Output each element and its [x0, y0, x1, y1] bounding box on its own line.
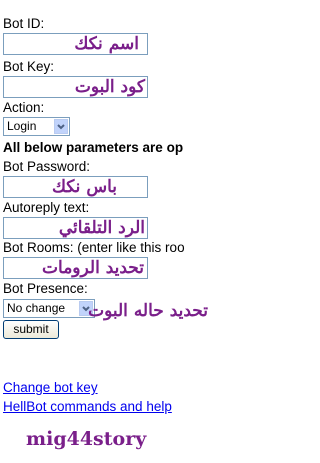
bot-rooms-input[interactable]: تحديد الرومات — [3, 257, 148, 279]
bot-key-annotation: كود البوت — [74, 77, 145, 97]
bot-presence-annotation: تحديد حاله البوت — [88, 301, 208, 321]
mig44story-watermark: mig44story — [26, 428, 147, 450]
autoreply-label: Autoreply text: — [3, 200, 90, 215]
action-label: Action: — [3, 100, 45, 115]
bot-password-input[interactable]: باس نكك — [3, 176, 148, 198]
change-bot-key-link[interactable]: Change bot key — [3, 380, 98, 395]
bot-password-annotation: باس نكك — [51, 177, 117, 197]
bot-rooms-annotation: تحديد الرومات — [42, 258, 144, 278]
bot-id-label: Bot ID: — [3, 16, 45, 31]
bot-key-label: Bot Key: — [3, 59, 55, 74]
autoreply-annotation: الرد التلقائي — [58, 218, 145, 238]
bot-rooms-label: Bot Rooms: (enter like this roo — [3, 240, 185, 255]
bot-presence-selected-value: No change — [7, 301, 66, 315]
bot-password-label: Bot Password: — [3, 159, 91, 174]
hellbot-commands-help-link[interactable]: HellBot commands and help — [3, 399, 172, 414]
optional-parameters-notice: All below parameters are op — [3, 140, 184, 155]
bot-id-input[interactable]: اسم نكك — [3, 33, 148, 55]
bot-id-annotation: اسم نكك — [74, 34, 139, 54]
bot-key-input[interactable]: كود البوت — [3, 76, 148, 98]
action-select[interactable]: Login — [3, 117, 70, 136]
submit-button[interactable]: submit — [3, 320, 59, 339]
autoreply-input[interactable]: الرد التلقائي — [3, 217, 148, 239]
chevron-down-icon[interactable] — [54, 119, 68, 134]
bot-presence-label: Bot Presence: — [3, 281, 88, 296]
action-selected-value: Login — [7, 119, 37, 133]
